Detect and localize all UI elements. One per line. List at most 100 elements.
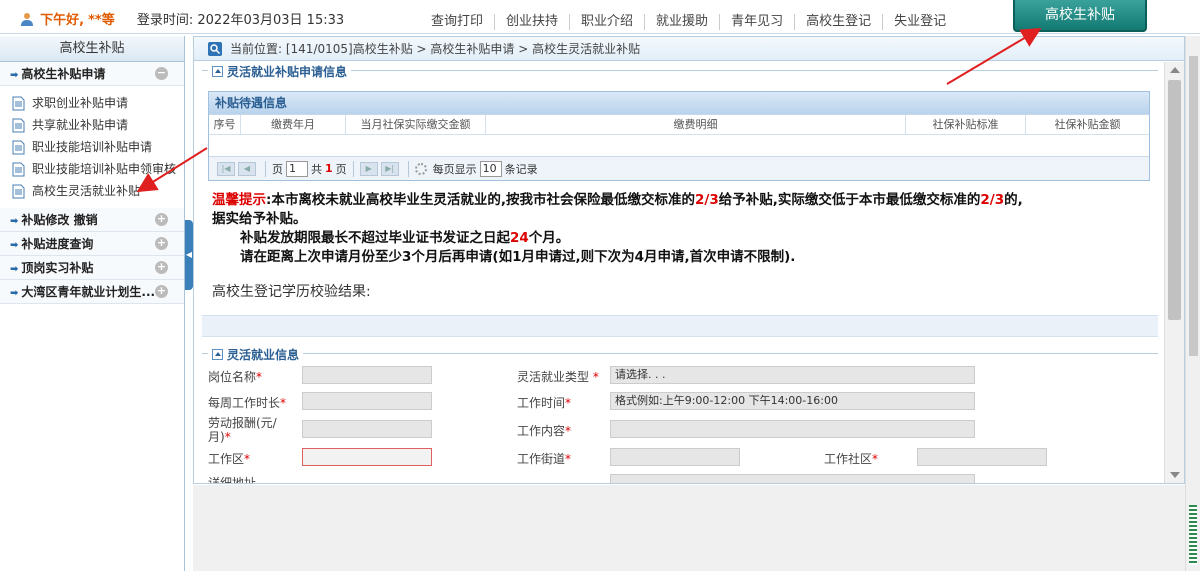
nav-query-print[interactable]: 查询打印 <box>420 14 496 30</box>
district-select[interactable] <box>302 448 432 466</box>
content-scrollbar[interactable] <box>1164 62 1184 483</box>
pager: |◀ ◀ 页 1 共 1 页 ▶ ▶| 每页显示 10 条记录 <box>209 156 1149 180</box>
position-input[interactable] <box>302 366 432 384</box>
community-select[interactable] <box>917 448 1047 466</box>
tips-text: :本市离校未就业高校毕业生灵活就业的,按我市社会保险最低缴交标准的 <box>266 192 696 208</box>
sidebar-sublist: 求职创业补贴申请 共享就业补贴申请 职业技能培训补贴申请 职业技能培训补贴申领审… <box>0 86 184 208</box>
arrow-right-icon: ➡ <box>10 240 19 251</box>
sidebar-title: 高校生补贴 <box>0 36 184 62</box>
content-label: 工作内容* <box>517 424 572 438</box>
work-time-input[interactable]: 格式例如:上午9:00-12:00 下午14:00-16:00 <box>610 392 975 410</box>
pager-total-prefix: 共 <box>311 162 322 176</box>
page-input[interactable]: 1 <box>286 160 308 177</box>
sidebar-item-skill-training-review[interactable]: 职业技能培训补贴申领审核 <box>12 158 184 180</box>
sidebar-group-progress[interactable]: ➡ 补贴进度查询 + <box>0 232 184 256</box>
section-legend-text: 灵活就业补贴申请信息 <box>227 65 348 79</box>
col-pay-detail[interactable]: 缴费明细 <box>486 115 906 134</box>
work-time-label: 工作时间* <box>517 396 572 410</box>
address-label: 详细地址 <box>208 476 257 483</box>
street-label: 工作街道* <box>517 452 572 466</box>
weekly-hours-label: 每周工作时长* <box>208 396 287 410</box>
scroll-up-icon[interactable] <box>1170 67 1180 73</box>
breadcrumb: 当前位置: [141/0105]高校生补贴 > 高校生补贴申请 > 高校生灵活就… <box>194 37 1184 61</box>
sidebar-group-label: 补贴进度查询 <box>21 237 94 251</box>
pay-input[interactable] <box>302 420 432 438</box>
tips-text: 给予补贴,实际缴交低于本市最低缴交标准的 <box>718 192 981 208</box>
section-legend[interactable]: 灵活就业补贴申请信息 <box>208 63 352 80</box>
signal-meter-icon <box>1189 505 1197 565</box>
section-separator <box>202 315 1158 337</box>
arrow-right-icon: ➡ <box>10 216 19 227</box>
sidebar-item-job-startup[interactable]: 求职创业补贴申请 <box>12 92 184 114</box>
application-info-section: 灵活就业补贴申请信息 补贴待遇信息 序号 缴费年月 当月社保实际缴交金额 缴费明… <box>202 63 1158 337</box>
arrow-right-icon: ➡ <box>10 288 19 299</box>
address-input[interactable] <box>610 474 975 483</box>
tips-ratio: 2/3 <box>695 192 719 208</box>
window-scroll-thumb[interactable] <box>1189 56 1198 356</box>
pager-separator <box>407 160 409 177</box>
scroll-down-icon[interactable] <box>1170 472 1180 478</box>
sidebar-item-label: 高校生灵活就业补贴 <box>32 184 141 198</box>
expand-icon[interactable]: + <box>155 237 168 250</box>
content-input[interactable] <box>610 420 975 438</box>
col-index[interactable]: 序号 <box>209 115 241 134</box>
arrow-right-icon: ➡ <box>10 264 19 275</box>
education-verify-result: 高校生登记学历校验结果: <box>212 284 371 300</box>
col-actual-amount[interactable]: 当月社保实际缴交金额 <box>346 115 486 134</box>
table-header-row: 序号 缴费年月 当月社保实际缴交金额 缴费明细 社保补贴标准 社保补贴金额 <box>209 114 1149 134</box>
sidebar-group-internship[interactable]: ➡ 顶岗实习补贴 + <box>0 256 184 280</box>
sidebar-collapse-handle[interactable]: ◀ <box>185 220 193 290</box>
pager-separator <box>265 160 266 177</box>
tips-ratio: 2/3 <box>980 192 1005 208</box>
top-bar: 下午好, **等 登录时间: 2022年03月03日 15:33 查询打印 创业扶… <box>0 0 1200 34</box>
last-page-icon[interactable]: ▶| <box>380 161 399 176</box>
sidebar-group-modify[interactable]: ➡ 补贴修改 撤销 + <box>0 208 184 232</box>
sidebar-group-bay-area[interactable]: ➡ 大湾区青年就业计划生... + <box>0 280 184 304</box>
sidebar-group-label: 大湾区青年就业计划生... <box>21 285 156 299</box>
sidebar: 高校生补贴 ➡ 高校生补贴申请 − 求职创业补贴申请 共享就业补贴申请 职业技能培… <box>0 36 185 571</box>
scroll-thumb[interactable] <box>1168 80 1181 320</box>
col-subsidy-standard[interactable]: 社保补贴标准 <box>906 115 1026 134</box>
collapse-icon[interactable] <box>212 66 223 77</box>
window-scrollbar[interactable] <box>1185 36 1200 571</box>
refresh-icon[interactable] <box>414 162 427 175</box>
pay-label: 劳动报酬(元/月)* <box>208 416 277 444</box>
nav-youth-trainee[interactable]: 青年见习 <box>720 14 796 30</box>
top-nav: 查询打印 创业扶持 职业介绍 就业援助 青年见习 高校生登记 失业登记 <box>420 14 957 30</box>
per-page-input[interactable]: 10 <box>479 160 502 177</box>
next-page-icon[interactable]: ▶ <box>359 161 378 176</box>
username: **等 <box>88 13 115 28</box>
weekly-hours-input[interactable] <box>302 392 432 410</box>
document-icon <box>12 162 25 176</box>
sidebar-item-skill-training[interactable]: 职业技能培训补贴申请 <box>12 136 184 158</box>
type-select[interactable]: 请选择. . . <box>610 366 975 384</box>
col-subsidy-amount[interactable]: 社保补贴金额 <box>1026 115 1149 134</box>
nav-startup-support[interactable]: 创业扶持 <box>495 14 571 30</box>
nav-unemployment-register[interactable]: 失业登记 <box>883 14 957 30</box>
expand-icon[interactable]: + <box>155 285 168 298</box>
document-icon <box>12 184 25 198</box>
col-pay-month[interactable]: 缴费年月 <box>241 115 346 134</box>
expand-icon[interactable]: + <box>155 261 168 274</box>
nav-employment-aid[interactable]: 就业援助 <box>645 14 721 30</box>
prev-page-icon[interactable]: ◀ <box>238 161 256 176</box>
user-icon <box>21 13 33 26</box>
community-label: 工作社区* <box>824 452 879 466</box>
sidebar-item-shared-employment[interactable]: 共享就业补贴申请 <box>12 114 184 136</box>
nav-graduate-register[interactable]: 高校生登记 <box>795 14 884 30</box>
sidebar-item-label: 职业技能培训补贴申请 <box>32 140 153 154</box>
first-page-icon[interactable]: |◀ <box>217 161 235 176</box>
collapse-icon[interactable]: − <box>155 67 168 80</box>
expand-icon[interactable]: + <box>155 213 168 226</box>
street-select[interactable] <box>610 448 740 466</box>
pager-records-label: 条记录 <box>504 162 538 176</box>
search-icon <box>208 41 222 56</box>
tab-graduate-subsidy[interactable]: 高校生补贴 <box>1013 0 1147 32</box>
tips-line2: 据实给予补贴。 <box>212 211 307 227</box>
nav-job-intro[interactable]: 职业介绍 <box>570 14 646 30</box>
sidebar-item-label: 职业技能培训补贴申领审核 <box>32 162 177 176</box>
table-empty-body <box>209 134 1149 156</box>
sidebar-item-flexible-employment[interactable]: 高校生灵活就业补贴 <box>12 180 184 202</box>
document-icon <box>12 118 25 132</box>
sidebar-group-apply[interactable]: ➡ 高校生补贴申请 − <box>0 62 184 86</box>
